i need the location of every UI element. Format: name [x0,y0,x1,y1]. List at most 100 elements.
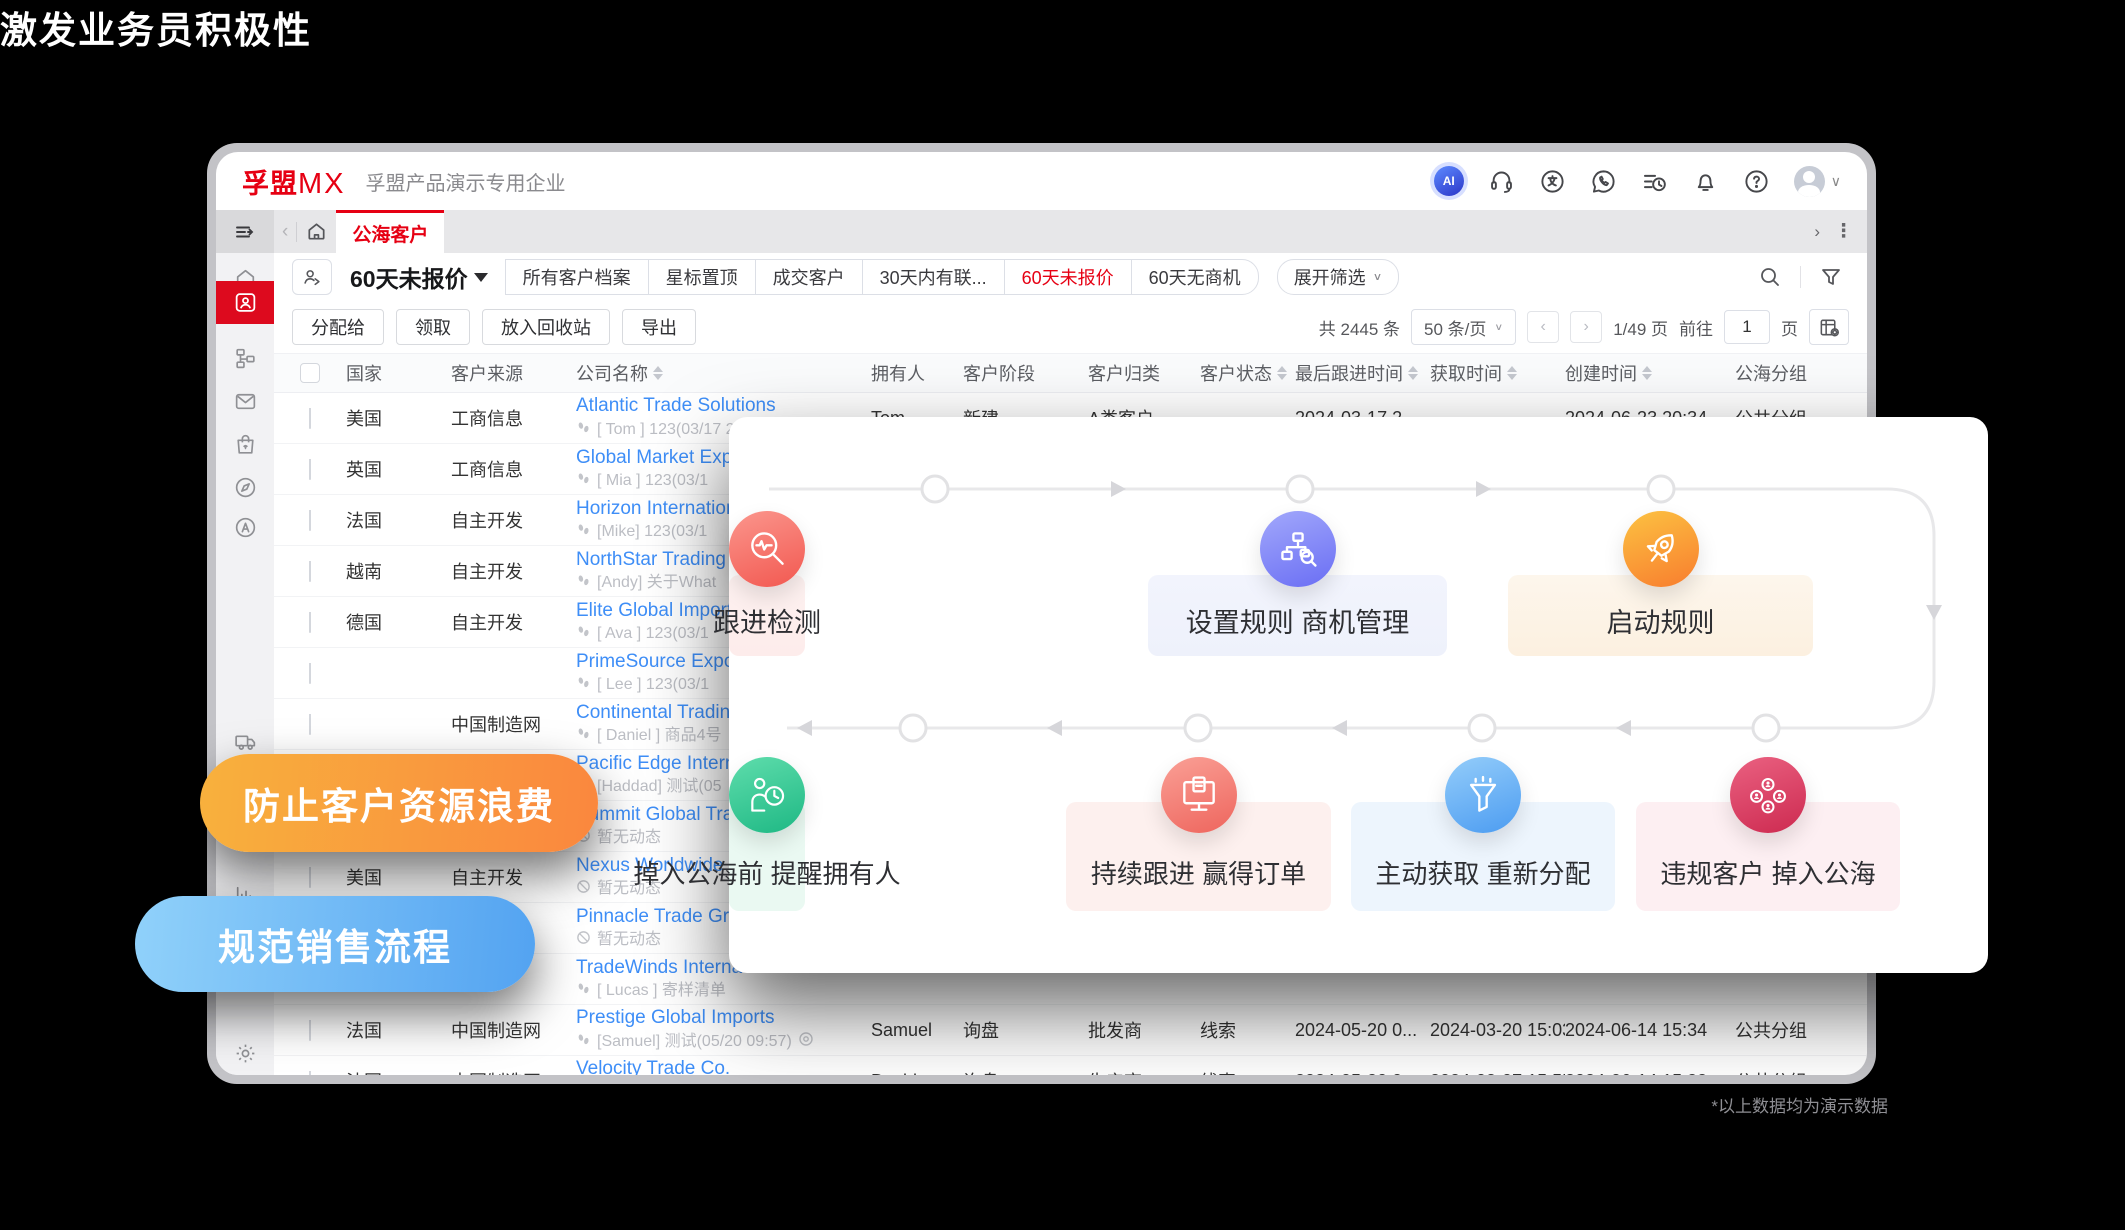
filter-funnel-icon[interactable] [1819,265,1843,289]
toolbar-button[interactable]: 领取 [396,309,470,345]
table-row: 法国 中国制造网 Velocity Trade Co. [ David ] 测试… [274,1056,1867,1075]
column-header[interactable]: 获取时间 [1430,360,1565,386]
help-icon[interactable] [1743,168,1770,195]
column-header[interactable]: 公司名称 [576,360,871,386]
row-select-cell [274,560,346,582]
filter-chip[interactable]: 60天未报价 [1003,259,1132,295]
column-header[interactable]: 公海分组 [1735,360,1867,386]
people-icon [1730,757,1806,833]
column-header[interactable]: 最后跟进时间 [1295,360,1430,386]
company-link[interactable]: Prestige Global Imports [576,1007,871,1029]
preview-eye-icon[interactable] [798,1031,814,1052]
nav-back-icon[interactable]: ‹ [282,221,288,243]
sidebar-item-org-structure[interactable] [216,338,274,378]
rules-setup-icon [1259,511,1336,587]
workflow-step: 主动获取 重新分配 [1351,757,1615,911]
row-checkbox[interactable] [309,1070,311,1075]
column-header[interactable]: 客户来源 [451,360,576,386]
row-checkbox[interactable] [309,611,311,633]
footprints-icon [576,1032,591,1052]
next-page-button[interactable]: › [1570,311,1603,343]
activity-text: [ Lee ] 123(03/1 [597,675,710,693]
workflow-step: 启动规则 [1508,511,1813,656]
filter-chip[interactable]: 成交客户 [754,259,863,295]
cell-country: 美国 [346,868,382,888]
filter-chip[interactable]: 星标置顶 [647,259,756,295]
activity-text: [Andy] 关于What [597,573,717,591]
expand-filters-button[interactable]: 展开筛选 ∨ [1276,259,1400,295]
row-checkbox[interactable] [309,560,311,582]
page-size-select[interactable]: 50 条/页 ∨ [1411,309,1517,345]
footprints-icon [576,573,591,593]
home-tab-icon[interactable] [305,220,328,243]
reminder-icon [729,757,805,833]
footprints-icon [576,726,591,746]
footprints-icon [576,624,591,644]
sort-icon[interactable] [1642,366,1652,380]
column-header[interactable]: 国家 [346,360,451,386]
table-row: 法国 中国制造网 Prestige Global Imports [Samuel… [274,1005,1867,1056]
column-header[interactable]: 客户归类 [1088,360,1200,386]
prev-page-button[interactable]: ‹ [1527,311,1560,343]
cell-country: 法国 [346,1068,451,1075]
column-header[interactable]: 客户状态 [1200,360,1295,386]
cell-owner: David [871,1071,963,1076]
sidebar-item-discover[interactable] [216,467,274,507]
select-all-checkbox[interactable] [300,363,320,383]
column-header-label: 公海分组 [1735,364,1807,384]
owner-filter-icon[interactable] [292,259,332,295]
sort-icon[interactable] [1408,366,1418,380]
filter-chip[interactable]: 60天无商机 [1130,259,1259,295]
tab-more-icon[interactable]: ⋮ [1834,220,1853,243]
view-selector[interactable]: 60天未报价 [350,260,488,294]
column-header-label: 获取时间 [1430,364,1502,384]
user-menu[interactable]: ∨ [1793,165,1841,197]
filter-chip[interactable]: 30天内有联... [861,259,1005,295]
customer-service-icon[interactable] [1488,168,1515,195]
caret-down-icon [473,272,488,282]
filter-chip[interactable]: 所有客户档案 [504,259,649,295]
ai-assistant-icon[interactable]: AI [1433,166,1464,196]
sort-icon[interactable] [1277,366,1287,380]
goto-page-input[interactable]: 1 [1724,310,1770,344]
translate-icon[interactable] [1539,168,1566,195]
company-link[interactable]: Atlantic Trade Solutions [576,395,871,417]
table-settings-icon[interactable] [1809,309,1849,345]
activity-text: [Samuel] 测试(05/20 09:57) [597,1032,792,1050]
row-checkbox[interactable] [309,509,311,531]
column-header[interactable]: 客户阶段 [963,360,1088,386]
row-checkbox[interactable] [309,866,311,888]
sidebar-item-products[interactable] [216,424,274,464]
column-header[interactable]: 创建时间 [1565,360,1735,386]
sidebar-item-assistant[interactable] [216,507,274,547]
sidebar-item-mail[interactable] [216,381,274,421]
column-header[interactable]: 拥有人 [871,360,963,386]
toolbar-button[interactable]: 导出 [622,309,696,345]
toolbar-button[interactable]: 分配给 [292,309,384,345]
whatsapp-icon[interactable] [1590,168,1617,195]
cell-country: 德国 [346,613,382,633]
notifications-icon[interactable] [1692,168,1719,195]
select-all-cell [274,363,346,383]
row-checkbox[interactable] [309,458,311,480]
row-checkbox[interactable] [309,1019,311,1041]
sidebar-item-settings[interactable] [216,1033,274,1073]
sort-icon[interactable] [1507,366,1517,380]
tab-scroll-right-icon[interactable]: › [1814,222,1820,242]
row-checkbox[interactable] [309,713,311,735]
cell-status: 线索 [1200,1021,1236,1041]
row-checkbox[interactable] [309,662,311,684]
tab-public-pool-customers[interactable]: 公海客户 [336,210,445,253]
cell-stage: 询盘 [963,1021,999,1041]
cell-company: Prestige Global Imports [Samuel] 测试(05/2… [576,1007,871,1052]
company-link[interactable]: Velocity Trade Co. [576,1058,871,1075]
history-icon[interactable] [1641,168,1668,195]
search-icon[interactable] [1758,265,1782,289]
sidebar-collapse-icon[interactable] [216,210,274,253]
sidebar-item-customers[interactable] [216,281,274,324]
row-select-cell [274,407,346,429]
row-checkbox[interactable] [309,407,311,429]
sort-icon[interactable] [653,366,663,380]
cell-country: 法国 [346,511,382,531]
toolbar-button[interactable]: 放入回收站 [482,309,610,345]
